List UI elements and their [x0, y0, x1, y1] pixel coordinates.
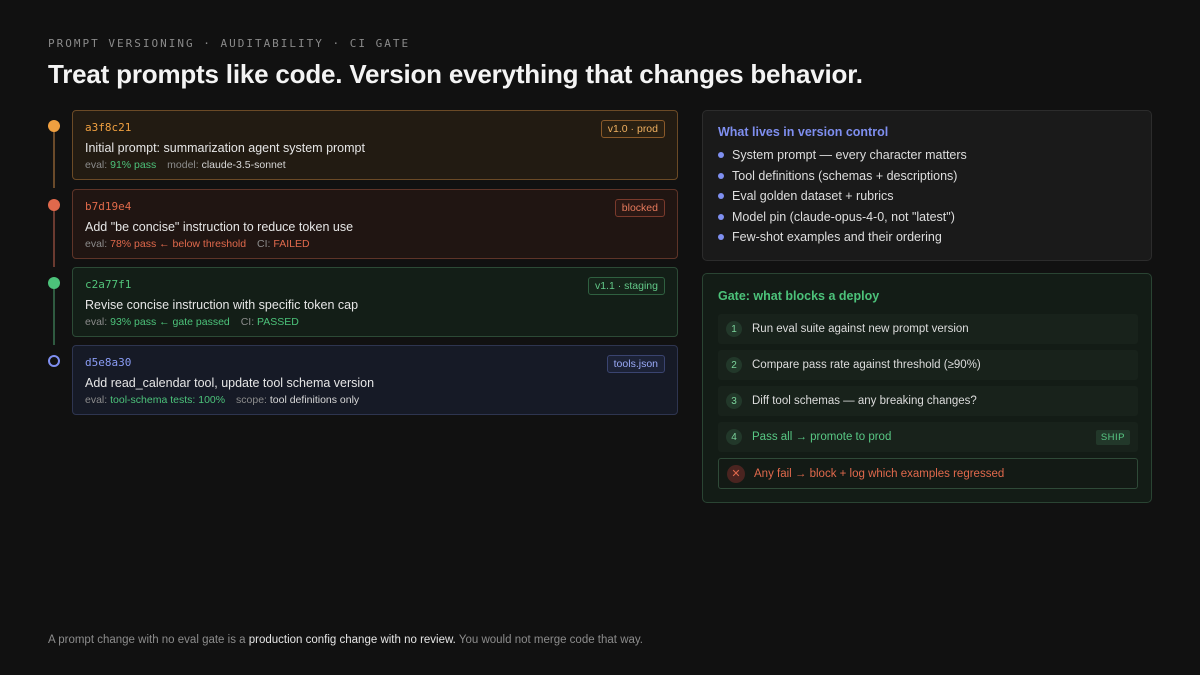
meta-label: eval:	[85, 316, 108, 328]
eyebrow-label: PROMPT VERSIONING · AUDITABILITY · CI GA…	[48, 37, 411, 50]
list-item-text: Tool definitions (schemas + descriptions…	[732, 168, 958, 183]
commit-meta: eval: 91% pass model: claude-3.5-sonnet	[85, 159, 665, 171]
commit-card-c2a77f1[interactable]: c2a77f1 v1.1 · staging Revise concise in…	[72, 267, 678, 337]
meta-label: CI:	[240, 316, 255, 328]
timeline-rail	[53, 126, 55, 188]
gate-step: 4 Pass all → promote to prod SHIP	[718, 422, 1138, 452]
timeline-rail	[53, 205, 55, 267]
meta-label: scope:	[236, 394, 267, 406]
version-control-list: System prompt — every character matters …	[718, 145, 1136, 248]
fail-x-icon: ✕	[727, 464, 745, 483]
list-item: Tool definitions (schemas + descriptions…	[718, 166, 1136, 187]
step-number: 4	[726, 429, 742, 445]
commit-hash: c2a77f1	[85, 278, 132, 291]
meta-label: model:	[167, 159, 199, 171]
list-item: Eval golden dataset + rubrics	[718, 186, 1136, 207]
gate-step: 2 Compare pass rate against threshold (≥…	[718, 350, 1138, 380]
panel-heading: Gate: what blocks a deploy	[718, 289, 880, 303]
footer-note: A prompt change with no eval gate is a p…	[48, 634, 643, 646]
commit-badge: blocked	[614, 199, 665, 217]
commit-message: Initial prompt: summarization agent syst…	[85, 141, 365, 155]
step-text: Diff tool schemas — any breaking changes…	[752, 395, 977, 407]
commit-dot-icon	[48, 277, 60, 289]
commit-meta: eval: tool-schema tests: 100% scope: too…	[85, 394, 665, 406]
gate-step: 3 Diff tool schemas — any breaking chang…	[718, 386, 1138, 416]
meta-label: eval:	[85, 394, 108, 406]
commit-dot-icon	[48, 120, 60, 132]
list-item: System prompt — every character matters	[718, 145, 1136, 166]
timeline-rail	[53, 283, 55, 345]
model-value: claude-3.5-sonnet	[201, 159, 286, 171]
commit-badge: tools.json	[606, 355, 665, 373]
step-text: Run eval suite against new prompt versio…	[752, 323, 969, 335]
list-item-text: System prompt — every character matters	[732, 148, 967, 162]
meta-label: eval:	[85, 238, 108, 250]
step-text: Compare pass rate against threshold (≥90…	[752, 359, 981, 371]
deploy-gate-panel: Gate: what blocks a deploy 1 Run eval su…	[702, 273, 1152, 503]
panel-heading: What lives in version control	[718, 125, 889, 139]
bullet-icon	[718, 193, 724, 199]
eval-value: 78% pass ← below threshold	[110, 238, 247, 250]
commit-card-a3f8c21[interactable]: a3f8c21 v1.0 · prod Initial prompt: summ…	[72, 110, 678, 180]
commit-message: Add "be concise" instruction to reduce t…	[85, 220, 354, 234]
scope-value: tool definitions only	[269, 394, 360, 406]
list-item: Few-shot examples and their ordering	[718, 227, 1136, 248]
eval-value: 91% pass	[110, 159, 157, 171]
commit-badge: v1.1 · staging	[587, 277, 665, 295]
commit-card-d5e8a30[interactable]: d5e8a30 tools.json Add read_calendar too…	[72, 345, 678, 415]
list-item-text: Model pin (claude-opus-4-0, not "latest"…	[732, 209, 955, 224]
bullet-icon	[718, 213, 724, 220]
commit-hash: b7d19e4	[85, 200, 132, 213]
step-number: 2	[726, 357, 742, 373]
commit-card-b7d19e4[interactable]: b7d19e4 blocked Add "be concise" instruc…	[72, 189, 678, 259]
meta-label: eval:	[85, 159, 108, 171]
ship-badge: SHIP	[1095, 430, 1130, 445]
eval-value: tool-schema tests: 100%	[110, 394, 226, 406]
bullet-icon	[718, 234, 724, 240]
footer-emphasis: production config change with no review.	[248, 634, 456, 646]
commit-dot-open-icon	[48, 355, 60, 367]
footer-text: You would not merge code that way.	[455, 634, 643, 646]
gate-step: 1 Run eval suite against new prompt vers…	[718, 314, 1138, 344]
ci-status: FAILED	[273, 238, 310, 250]
commit-message: Add read_calendar tool, update tool sche…	[85, 376, 375, 390]
version-control-panel: What lives in version control System pro…	[702, 110, 1152, 261]
commit-dot-icon	[48, 199, 60, 211]
meta-label: CI:	[257, 238, 271, 250]
step-number: 1	[726, 321, 742, 337]
commit-meta: eval: 93% pass ← gate passed CI: PASSED	[85, 316, 665, 328]
commit-meta: eval: 78% pass ← below threshold CI: FAI…	[85, 238, 665, 250]
step-text: Pass all → promote to prod	[752, 431, 892, 443]
bullet-icon	[718, 152, 724, 158]
eval-value: 93% pass ← gate passed	[110, 316, 230, 328]
footer-text: A prompt change with no eval gate is a	[48, 634, 249, 646]
list-item-text: Eval golden dataset + rubrics	[732, 189, 894, 203]
commit-message: Revise concise instruction with specific…	[85, 298, 359, 312]
commit-hash: d5e8a30	[85, 356, 132, 369]
fail-text: Any fail → block + log which examples re…	[754, 467, 1005, 480]
ci-status: PASSED	[257, 316, 299, 328]
list-item: Model pin (claude-opus-4-0, not "latest"…	[718, 207, 1136, 228]
page-title: Treat prompts like code. Version everyth…	[48, 59, 863, 89]
commit-badge: v1.0 · prod	[600, 120, 665, 138]
gate-fail-row: ✕ Any fail → block + log which examples …	[718, 458, 1138, 489]
list-item-text: Few-shot examples and their ordering	[732, 230, 942, 244]
commit-hash: a3f8c21	[85, 121, 132, 134]
step-number: 3	[726, 393, 742, 409]
bullet-icon	[718, 172, 724, 179]
